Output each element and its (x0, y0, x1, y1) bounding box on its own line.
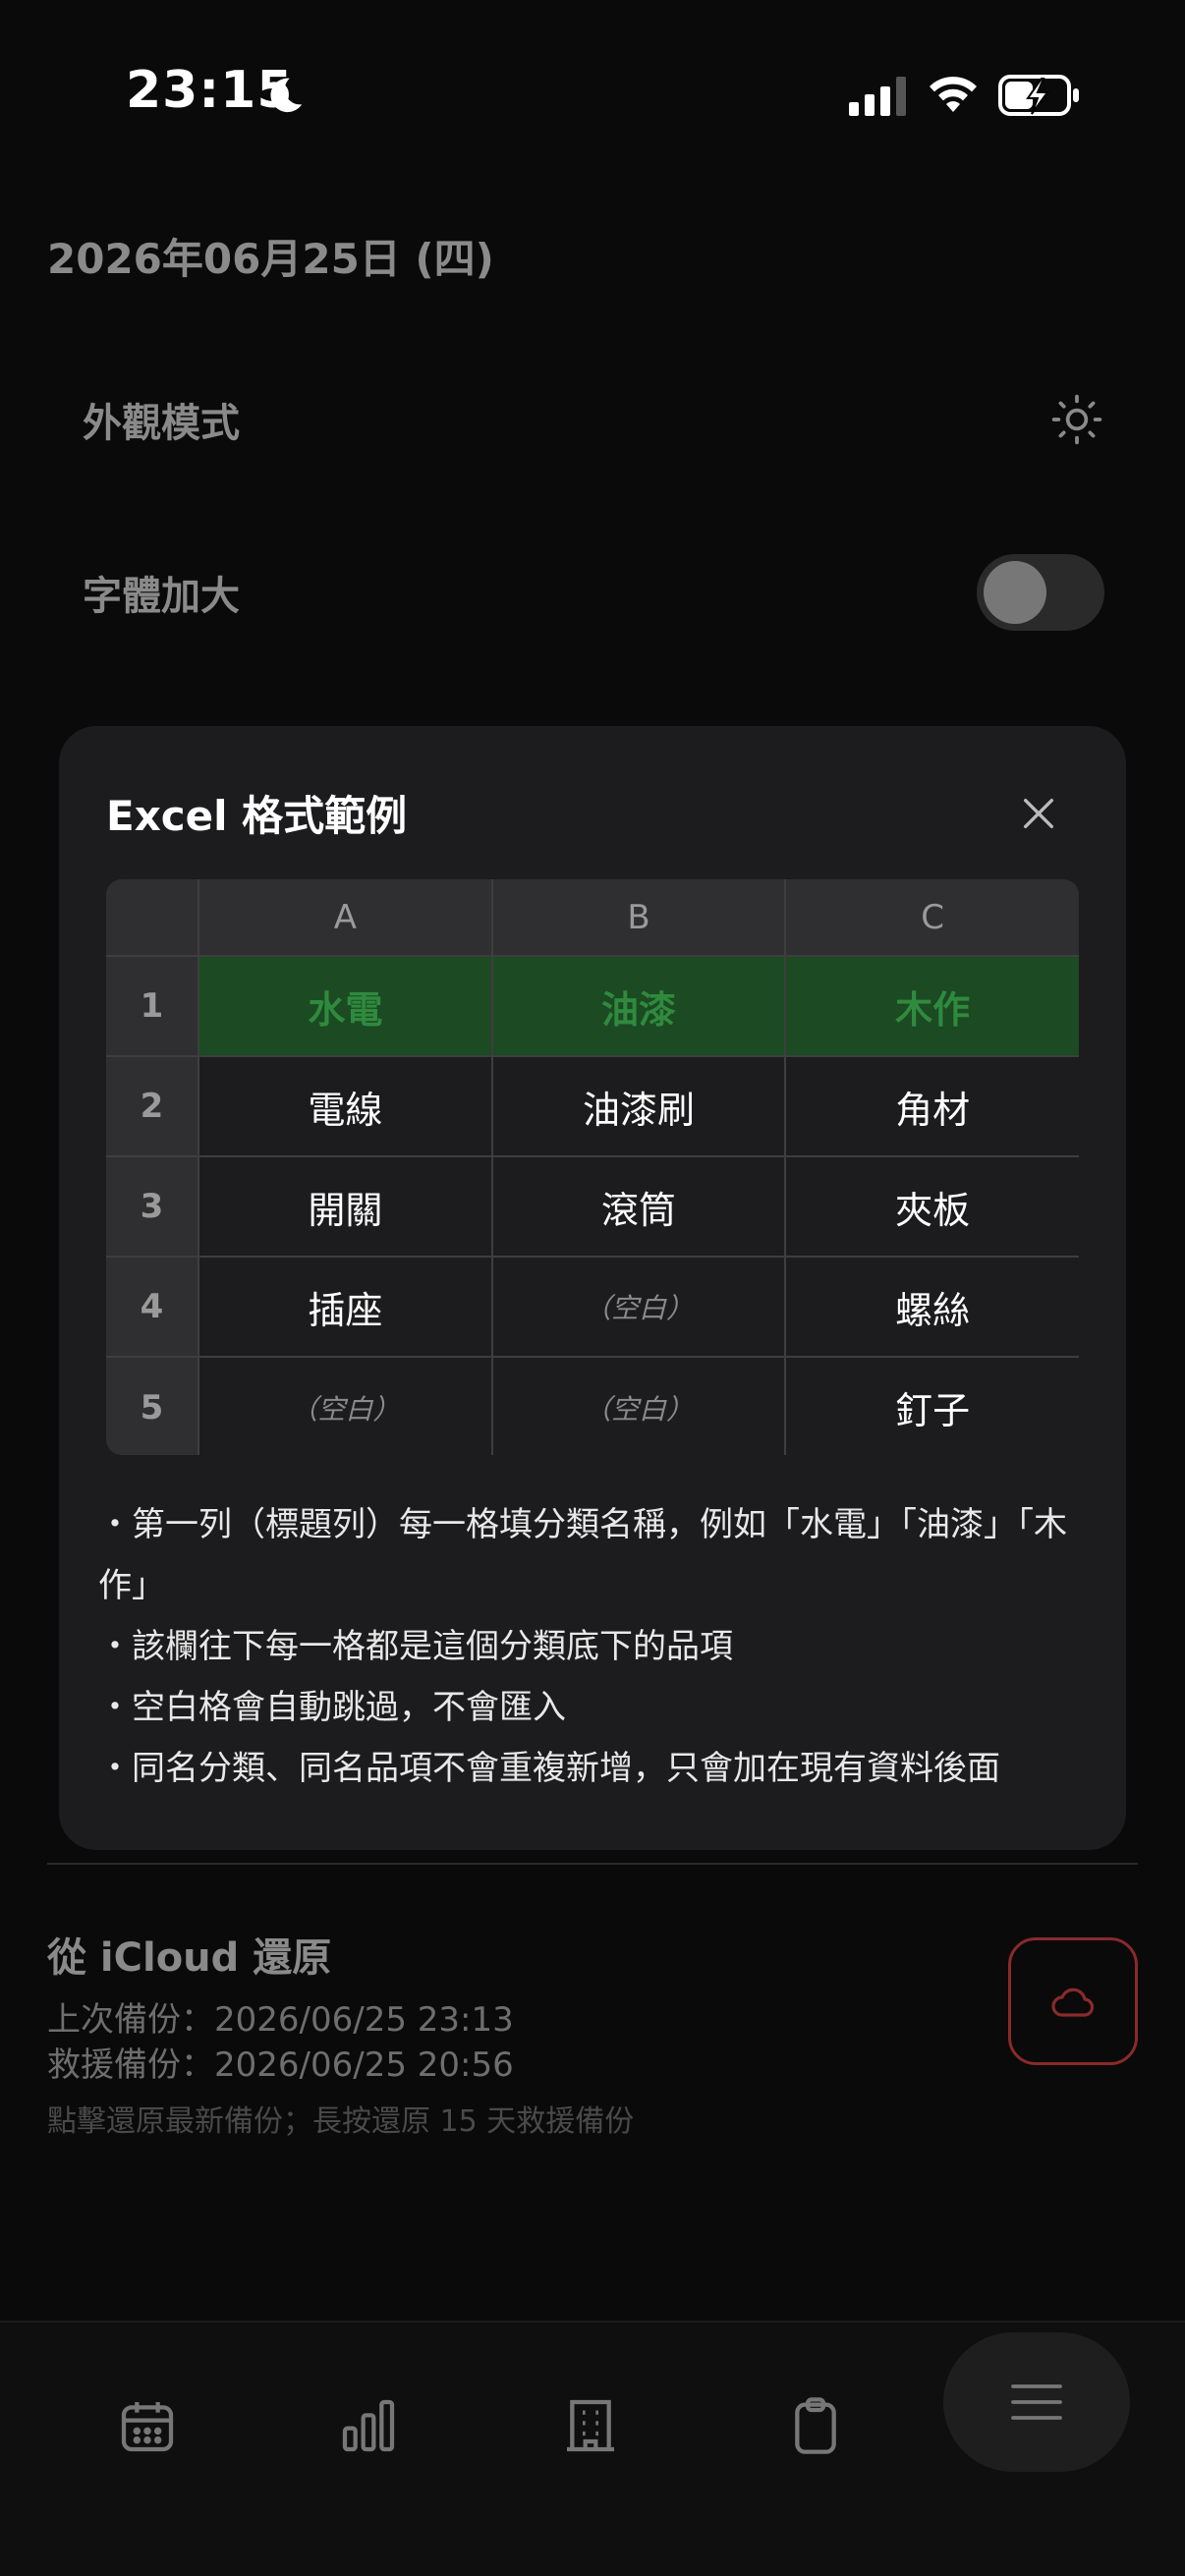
item-cell: 插座 (198, 1256, 493, 1358)
sun-icon[interactable] (1049, 392, 1104, 447)
tab-menu[interactable] (943, 2332, 1130, 2472)
column-header: B (490, 879, 787, 957)
wifi-icon (930, 77, 977, 112)
sample-table: A B C 1 水電 油漆 木作 2 電線 油漆刷 角材 3 開關 滾筒 夾板 … (106, 879, 1079, 1455)
font-size-label: 字體加大 (83, 574, 240, 619)
empty-cell: （空白） (198, 1356, 493, 1455)
item-cell: 釘子 (784, 1356, 1079, 1455)
date-title: 2026年06月25日 (四) (47, 235, 494, 283)
item-cell: 滾筒 (490, 1155, 787, 1258)
calendar-icon (121, 2402, 174, 2452)
table-row: 2 電線 油漆刷 角材 (106, 1055, 1079, 1157)
table-row: 4 插座 （空白） 螺絲 (106, 1256, 1079, 1358)
column-header: C (784, 879, 1079, 957)
tab-clipboard[interactable] (757, 2367, 875, 2485)
empty-cell: （空白） (490, 1356, 787, 1455)
rescue-backup-text: 救援備份：2026/06/25 20:56 (47, 2045, 514, 2085)
menu-icon (1011, 2384, 1062, 2420)
row-number: 5 (106, 1356, 199, 1455)
note-item: ・空白格會自動跳過，不會匯入 (98, 1688, 566, 1727)
column-header-row: A B C (106, 879, 1079, 957)
corner-cell (106, 879, 199, 957)
note-item: ・該欄往下每一格都是這個分類底下的品項 (98, 1627, 733, 1666)
font-size-setting: 字體加大 (83, 553, 1104, 632)
battery-charging-icon (998, 75, 1079, 116)
row-number: 2 (106, 1055, 199, 1157)
format-notes: ・第一列（標題列）每一格填分類名稱，例如「水電」「油漆」「木作」 ・該欄往下每一… (98, 1494, 1091, 1799)
bar-chart-icon (342, 2399, 395, 2452)
excel-format-modal: Excel 格式範例 A B C 1 水電 油漆 木作 2 電線 油漆刷 角材 … (59, 726, 1126, 1850)
row-number: 3 (106, 1155, 199, 1258)
appearance-setting[interactable]: 外觀模式 (83, 380, 1104, 459)
building-icon (567, 2399, 614, 2452)
tab-bar (0, 2321, 1185, 2576)
toggle-knob (984, 561, 1046, 624)
item-cell: 螺絲 (784, 1256, 1079, 1358)
category-header-cell: 油漆 (490, 955, 787, 1057)
appearance-label: 外觀模式 (83, 401, 240, 446)
close-icon (1024, 799, 1053, 828)
table-row: 1 水電 油漆 木作 (106, 955, 1079, 1057)
empty-cell: （空白） (490, 1256, 787, 1358)
row-number: 4 (106, 1256, 199, 1358)
category-header-cell: 水電 (198, 955, 493, 1057)
font-size-toggle[interactable] (977, 554, 1104, 631)
clipboard-icon (795, 2397, 836, 2454)
signal-icon (849, 77, 906, 116)
table-row: 3 開關 滾筒 夾板 (106, 1155, 1079, 1258)
cloud-icon (1051, 1988, 1095, 2017)
column-header: A (198, 879, 493, 957)
item-cell: 夾板 (784, 1155, 1079, 1258)
icloud-restore-button[interactable] (1008, 1937, 1138, 2065)
item-cell: 油漆刷 (490, 1055, 787, 1157)
moon-icon (270, 78, 303, 113)
tab-chart[interactable] (310, 2367, 427, 2485)
table-row: 5 （空白） （空白） 釘子 (106, 1356, 1079, 1455)
item-cell: 電線 (198, 1055, 493, 1157)
divider (47, 1863, 1138, 1865)
icloud-restore-title: 從 iCloud 還原 (47, 1935, 332, 1981)
tab-calendar[interactable] (88, 2367, 206, 2485)
category-header-cell: 木作 (784, 955, 1079, 1057)
icloud-hint: 點擊還原最新備份；長按還原 15 天救援備份 (47, 2104, 635, 2139)
excel-sample-sheet: A B C 1 水電 油漆 木作 2 電線 油漆刷 角材 3 開關 滾筒 夾板 … (106, 879, 1079, 1455)
modal-title: Excel 格式範例 (106, 792, 408, 840)
row-number: 1 (106, 955, 199, 1057)
status-bar: 23:15 (0, 0, 1185, 187)
last-backup-text: 上次備份：2026/06/25 23:13 (47, 2000, 514, 2040)
close-button[interactable] (1010, 785, 1067, 842)
note-item: ・同名分類、同名品項不會重複新增，只會加在現有資料後面 (98, 1749, 1000, 1788)
note-item: ・第一列（標題列）每一格填分類名稱，例如「水電」「油漆」「木作」 (98, 1505, 1067, 1605)
item-cell: 開關 (198, 1155, 493, 1258)
tab-building[interactable] (532, 2367, 649, 2485)
item-cell: 角材 (784, 1055, 1079, 1157)
